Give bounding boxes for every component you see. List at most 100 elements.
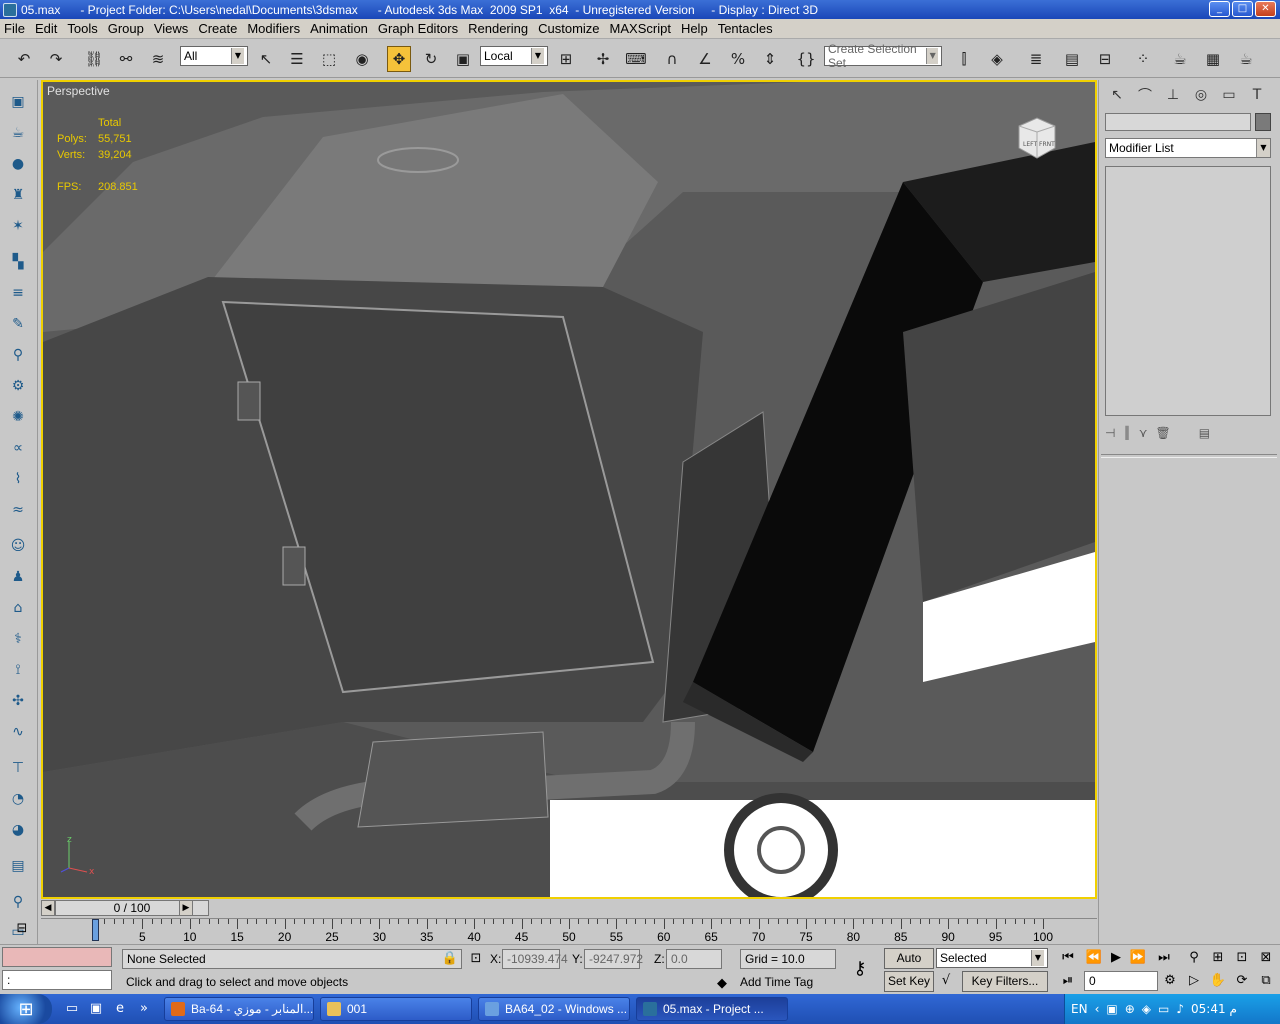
lamp-icon[interactable]: ♜	[6, 183, 30, 207]
tray-security-icon[interactable]: ◈	[1142, 1002, 1151, 1016]
viewport-label[interactable]: Perspective	[47, 84, 110, 98]
curve-editor-icon[interactable]: ▤	[1060, 47, 1084, 71]
modifier-stack[interactable]	[1105, 166, 1271, 416]
light-icon[interactable]: ✶	[6, 214, 30, 238]
field-of-view-icon[interactable]: ▷	[1184, 971, 1204, 991]
switch-windows-icon[interactable]: ▣	[86, 999, 106, 1019]
time-tag-icon[interactable]: ◆	[712, 974, 732, 994]
time-config-icon[interactable]: ⚙	[1160, 971, 1180, 991]
task-button-firefox[interactable]: Ba-64 - المنابر - موزي...	[164, 997, 314, 1021]
minimize-button[interactable]: _	[1209, 1, 1230, 17]
checker-icon[interactable]: ▚	[6, 250, 30, 274]
undo-icon[interactable]: ↶	[12, 47, 36, 71]
menu-tools[interactable]: Tools	[63, 21, 101, 36]
time-slider-next-icon[interactable]: ▶	[179, 900, 193, 916]
zoom-icon[interactable]: ⚲	[6, 890, 30, 914]
go-to-start-icon[interactable]: ⏮	[1058, 948, 1078, 968]
overflow-icon[interactable]: »	[134, 999, 154, 1019]
move-icon[interactable]: ✥	[387, 46, 411, 72]
key-curve-icon[interactable]: √	[936, 971, 956, 991]
menu-rendering[interactable]: Rendering	[464, 21, 532, 36]
motion-tab-icon[interactable]: ◎	[1189, 84, 1213, 106]
configure-modifier-sets-icon[interactable]: ▤	[1199, 426, 1210, 440]
auto-key-button[interactable]: Auto Key	[884, 948, 934, 984]
clock[interactable]: 05:41 م	[1191, 1002, 1237, 1016]
tray-expand-icon[interactable]: ‹	[1095, 1002, 1100, 1016]
schematic-view-icon[interactable]: ⊟	[1093, 47, 1117, 71]
volume-icon[interactable]: ♪	[1176, 1002, 1184, 1016]
internet-explorer-icon[interactable]: e	[110, 999, 130, 1019]
snap-icon[interactable]: ∩	[660, 47, 684, 71]
container-icon[interactable]: ▣	[6, 90, 30, 114]
orbit-icon[interactable]: ⟳	[1232, 971, 1252, 991]
task-button-folder[interactable]: 001	[320, 997, 472, 1021]
menu-edit[interactable]: Edit	[31, 21, 61, 36]
gear-icon[interactable]: ⚙	[6, 374, 30, 398]
menu-file[interactable]: File	[0, 21, 29, 36]
add-time-tag[interactable]: Add Time Tag	[736, 973, 836, 993]
zoom-extents-icon[interactable]: ⊡	[1232, 948, 1252, 968]
figure-icon[interactable]: ♟	[6, 565, 30, 589]
go-to-end-icon[interactable]: ⏭	[1154, 948, 1174, 968]
previous-frame-icon[interactable]: ⏪	[1084, 948, 1104, 968]
brush-icon[interactable]: ✎	[6, 312, 30, 336]
angle-snap-icon[interactable]: ∠	[693, 47, 717, 71]
paint-icon[interactable]: ⚲	[6, 343, 30, 367]
menu-modifiers[interactable]: Modifiers	[243, 21, 304, 36]
maxscript-listener-mini[interactable]	[2, 947, 112, 967]
menu-tentacles[interactable]: Tentacles	[714, 21, 777, 36]
wave-icon[interactable]: ≈	[6, 498, 30, 522]
menu-help[interactable]: Help	[677, 21, 712, 36]
menu-group[interactable]: Group	[104, 21, 148, 36]
x-coordinate-field[interactable]: -10939.474	[502, 949, 568, 969]
skin-icon[interactable]: ⟟	[6, 658, 30, 682]
rendered-frame-icon[interactable]: ▦	[1201, 47, 1225, 71]
show-end-result-icon[interactable]: ║	[1123, 426, 1130, 440]
menu-views[interactable]: Views	[150, 21, 192, 36]
key-icon[interactable]: ⚷	[846, 959, 874, 979]
shirt-icon[interactable]: ⊤	[6, 756, 30, 780]
perspective-viewport[interactable]: Perspective Total Polys: 55,751 Verts: 39,…	[41, 80, 1097, 899]
window-crossing-icon[interactable]: ◉	[350, 47, 374, 71]
modifier-list-dropdown[interactable]: Modifier List ▼	[1105, 138, 1271, 158]
named-selection-set-dropdown[interactable]: Create Selection Set ▼	[824, 42, 942, 70]
teapot-icon[interactable]: ☕	[6, 121, 30, 145]
time-slider-prev-icon[interactable]: ◀	[41, 900, 55, 916]
mini-curve-editor-icon[interactable]: ⊟	[10, 921, 34, 941]
task-button-3dsmax[interactable]: 05.max - Project ...	[636, 997, 788, 1021]
biped-icon[interactable]: ☺	[6, 534, 30, 558]
dial-icon[interactable]: ◔	[6, 787, 30, 811]
select-object-icon[interactable]: ↖	[254, 47, 278, 71]
language-indicator[interactable]: EN	[1071, 1002, 1088, 1016]
scale-icon[interactable]: ▣	[451, 47, 475, 71]
select-by-name-icon[interactable]: ☰	[285, 47, 309, 71]
tray-network-icon[interactable]: ⊕	[1125, 1002, 1135, 1016]
maxscript-input[interactable]: :	[2, 970, 112, 990]
mirror-icon[interactable]: ⫿	[952, 47, 976, 71]
pivot-icon[interactable]: ⊞	[554, 47, 578, 71]
render-setup-icon[interactable]: ☕	[1168, 47, 1192, 71]
stack-icon[interactable]: ≡	[6, 281, 30, 305]
maximize-button[interactable]: □	[1232, 1, 1253, 17]
helper-icon[interactable]: ✣	[6, 689, 30, 713]
gauge-icon[interactable]: ◕	[6, 818, 30, 842]
bone-icon[interactable]: ⚕	[6, 627, 30, 651]
keyboard-shortcut-icon[interactable]: ⌨	[624, 47, 648, 71]
tray-monitor-icon[interactable]: ▭	[1158, 1002, 1169, 1016]
modify-tab-icon[interactable]: ⌒	[1133, 84, 1157, 106]
layer-manager-icon[interactable]: ≣	[1024, 47, 1048, 71]
rope-icon[interactable]: ∿	[6, 720, 30, 744]
object-name-field[interactable]	[1105, 113, 1251, 131]
menu-animation[interactable]: Animation	[306, 21, 372, 36]
set-key-button[interactable]: Set Key	[884, 971, 934, 992]
trackbar-current-frame-marker[interactable]	[92, 919, 99, 941]
pin-stack-icon[interactable]: ⊣	[1105, 426, 1115, 440]
tray-app-icon[interactable]: ▣	[1106, 1002, 1117, 1016]
percent-snap-icon[interactable]: %	[726, 47, 750, 71]
sphere-icon[interactable]: ●	[6, 152, 30, 176]
play-icon[interactable]: ▶	[1106, 948, 1126, 968]
make-unique-icon[interactable]: ⋎	[1139, 426, 1148, 440]
hair-icon[interactable]: ⌇	[6, 467, 30, 491]
utilities-tab-icon[interactable]: T	[1245, 84, 1269, 106]
material-editor-icon[interactable]: ⁘	[1131, 47, 1155, 71]
